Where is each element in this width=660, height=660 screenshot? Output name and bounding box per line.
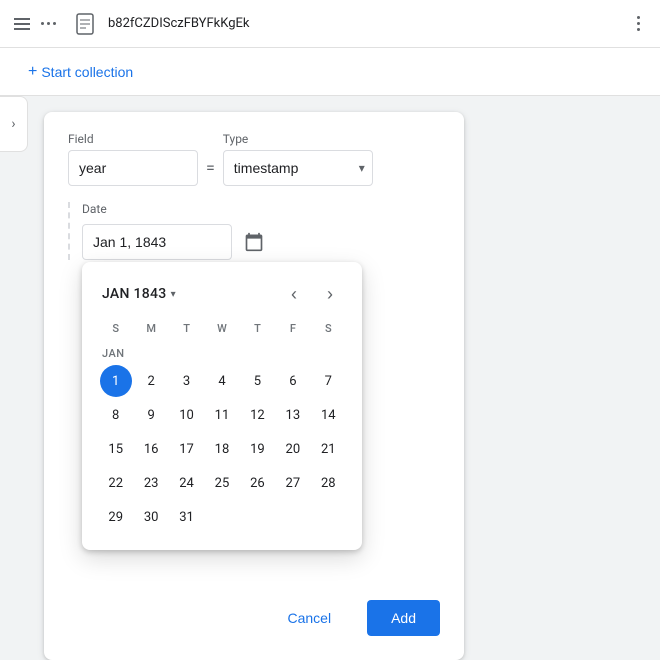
date-input[interactable]: [82, 224, 232, 260]
equals-sign: =: [206, 158, 215, 177]
day-name-sat: S: [311, 318, 346, 339]
cal-day-5[interactable]: 5: [241, 365, 273, 397]
field-type-row: Field = Type timestamp string number boo…: [68, 132, 440, 186]
date-label: Date: [82, 202, 440, 216]
cal-day-9[interactable]: 9: [135, 399, 167, 431]
cal-day-3[interactable]: 3: [171, 365, 203, 397]
cal-day-13[interactable]: 13: [277, 399, 309, 431]
calendar-button[interactable]: [236, 224, 272, 260]
calendar-days-header: S M T W T F S: [82, 318, 362, 339]
type-label: Type: [223, 132, 373, 146]
cal-day-16[interactable]: 16: [135, 433, 167, 465]
plus-icon: +: [28, 63, 37, 81]
date-input-wrapper: [82, 224, 440, 260]
calendar-grid: 1 2 3 4 5 6 7 8 9 10 11 12 13 14 15 16 1: [82, 364, 362, 534]
day-name-sun: S: [98, 318, 133, 339]
month-label: JAN: [82, 343, 362, 364]
cal-day-7[interactable]: 7: [312, 365, 344, 397]
day-name-wed: W: [204, 318, 239, 339]
action-buttons: Cancel Add: [68, 600, 440, 636]
cancel-button[interactable]: Cancel: [263, 600, 355, 636]
field-input[interactable]: [68, 150, 198, 186]
prev-month-button[interactable]: ‹: [278, 278, 310, 310]
month-year-button[interactable]: JAN 1843 ▾: [102, 286, 278, 302]
day-name-thu: T: [240, 318, 275, 339]
collection-bar: + Start collection: [0, 48, 660, 96]
cal-day-18[interactable]: 18: [206, 433, 238, 465]
cal-day-29[interactable]: 29: [100, 501, 132, 533]
prev-icon: ‹: [291, 284, 297, 305]
cal-day-20[interactable]: 20: [277, 433, 309, 465]
chevron-right-icon: ›: [11, 116, 15, 132]
cal-day-19[interactable]: 19: [241, 433, 273, 465]
hamburger-icon[interactable]: [12, 14, 32, 34]
tab-title: b82fCZDISczFBYFkKgEk: [108, 16, 620, 31]
date-section: Date JAN 1843 ▾: [68, 202, 440, 260]
calendar-icon: [244, 232, 264, 252]
main-content: Field = Type timestamp string number boo…: [28, 96, 660, 611]
field-label: Field: [68, 132, 198, 146]
cal-dropdown-arrow-icon: ▾: [171, 289, 176, 300]
cal-day-10[interactable]: 10: [171, 399, 203, 431]
next-icon: ›: [327, 284, 333, 305]
cal-day-2[interactable]: 2: [135, 365, 167, 397]
cal-day-8[interactable]: 8: [100, 399, 132, 431]
cal-day-23[interactable]: 23: [135, 467, 167, 499]
filter-panel: Field = Type timestamp string number boo…: [44, 112, 464, 660]
cal-day-11[interactable]: 11: [206, 399, 238, 431]
cal-day-27[interactable]: 27: [277, 467, 309, 499]
dots-icon[interactable]: [38, 14, 58, 34]
cal-day-24[interactable]: 24: [171, 467, 203, 499]
calendar-nav: ‹ ›: [278, 278, 346, 310]
cal-day-28[interactable]: 28: [312, 467, 344, 499]
day-name-tue: T: [169, 318, 204, 339]
type-select[interactable]: timestamp string number boolean map arra…: [223, 150, 373, 186]
cal-day-22[interactable]: 22: [100, 467, 132, 499]
month-year-text: JAN 1843: [102, 286, 167, 302]
type-column: Type timestamp string number boolean map…: [223, 132, 373, 186]
cal-day-21[interactable]: 21: [312, 433, 344, 465]
more-options-icon[interactable]: [628, 14, 648, 34]
cal-day-15[interactable]: 15: [100, 433, 132, 465]
cal-day-6[interactable]: 6: [277, 365, 309, 397]
next-month-button[interactable]: ›: [314, 278, 346, 310]
cal-day-30[interactable]: 30: [135, 501, 167, 533]
cal-day-31[interactable]: 31: [171, 501, 203, 533]
calendar-popup: JAN 1843 ▾ ‹ › S M T: [82, 262, 362, 550]
cal-day-26[interactable]: 26: [241, 467, 273, 499]
cal-day-1[interactable]: 1: [100, 365, 132, 397]
doc-icon: [76, 13, 94, 35]
sidebar-toggle[interactable]: ›: [0, 96, 28, 152]
day-name-mon: M: [133, 318, 168, 339]
day-name-fri: F: [275, 318, 310, 339]
start-collection-button[interactable]: + Start collection: [16, 55, 145, 89]
field-column: Field: [68, 132, 198, 186]
calendar-header: JAN 1843 ▾ ‹ ›: [82, 270, 362, 318]
cal-day-25[interactable]: 25: [206, 467, 238, 499]
cal-day-14[interactable]: 14: [312, 399, 344, 431]
cal-day-17[interactable]: 17: [171, 433, 203, 465]
nav-icons: [12, 14, 58, 34]
cal-day-12[interactable]: 12: [241, 399, 273, 431]
type-select-wrapper: timestamp string number boolean map arra…: [223, 150, 373, 186]
cal-day-4[interactable]: 4: [206, 365, 238, 397]
top-bar: b82fCZDISczFBYFkKgEk: [0, 0, 660, 48]
add-button[interactable]: Add: [367, 600, 440, 636]
start-collection-label: Start collection: [41, 64, 133, 80]
